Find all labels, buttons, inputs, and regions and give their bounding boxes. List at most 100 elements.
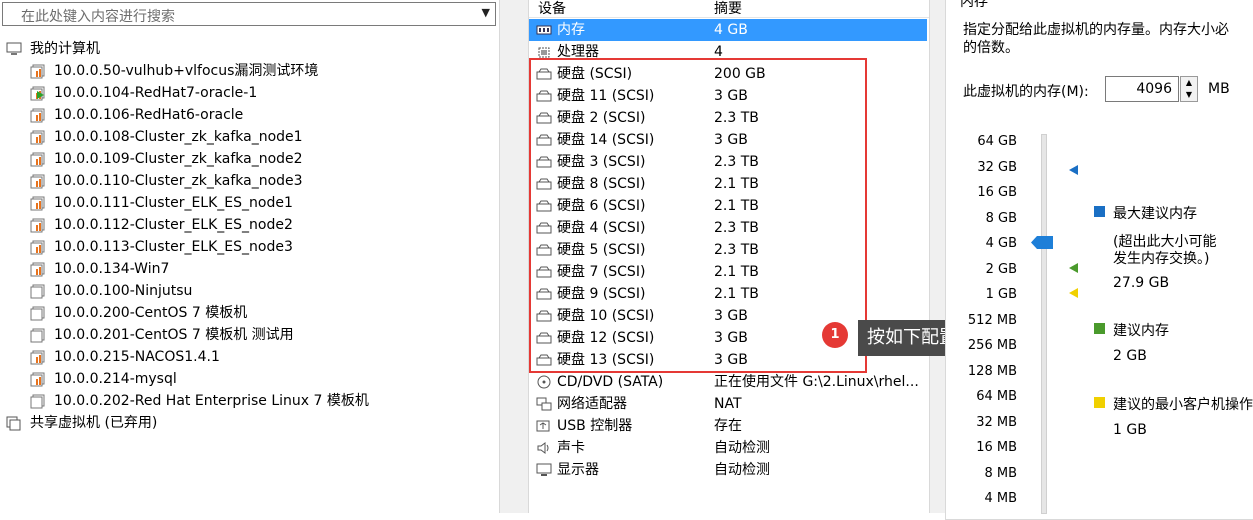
vm-item-label: 10.0.0.113-Cluster_ELK_ES_node3	[54, 239, 293, 255]
device-summary: 自动检测	[714, 440, 770, 456]
vm-item-label: 10.0.0.108-Cluster_zk_kafka_node1	[54, 129, 303, 145]
tree-root-label: 我的计算机	[30, 41, 100, 57]
vm-item-label: 10.0.0.201-CentOS 7 模板机 测试用	[54, 327, 294, 343]
highlight-box	[529, 58, 867, 373]
memory-group-title: 内存	[958, 0, 990, 11]
vm-icon	[30, 306, 45, 321]
library-search-input[interactable]: 在此处键入内容进行搜索 ▼	[2, 2, 496, 26]
device-list-header: 设备 摘要	[529, 0, 929, 18]
vm-icon	[30, 152, 45, 167]
device-row[interactable]: 声卡 自动检测	[529, 437, 927, 459]
recommended-memory-value: 2 GB	[1113, 348, 1147, 364]
vm-running-icon	[30, 86, 45, 101]
slider-tick-label: 256 MB	[967, 338, 1017, 353]
max-memory-marker-icon	[1069, 165, 1078, 175]
vm-icon	[30, 284, 45, 299]
slider-tick-label: 8 MB	[984, 465, 1017, 481]
vm-icon	[30, 108, 45, 123]
slider-tick-label: 32 GB	[977, 159, 1017, 175]
memory-unit: MB	[1208, 81, 1230, 97]
slider-tick-label: 32 MB	[976, 414, 1017, 430]
min-legend-icon	[1094, 397, 1105, 408]
col-header-summary[interactable]: 摘要	[714, 0, 742, 18]
slider-tick-label: 16 MB	[976, 440, 1017, 455]
device-row[interactable]: 显示器 自动检测	[529, 459, 927, 481]
device-row[interactable]: USB 控制器 存在	[529, 415, 927, 437]
device-row[interactable]: 内存 4 GB	[529, 19, 927, 41]
memory-spinner[interactable]: ▲ ▼	[1180, 76, 1198, 102]
max-legend-icon	[1094, 206, 1105, 217]
device-row[interactable]: 网络适配器 NAT	[529, 393, 927, 415]
usb-controller-icon	[536, 420, 550, 432]
vm-item-label: 10.0.0.110-Cluster_zk_kafka_node3	[54, 173, 303, 189]
device-summary: 自动检测	[714, 462, 770, 478]
dropdown-arrow-icon[interactable]: ▼	[482, 6, 490, 19]
memory-slider-thumb[interactable]	[1031, 236, 1053, 249]
recommended-memory-marker-icon	[1069, 263, 1078, 273]
memory-field-label: 此虚拟机的内存(M):	[963, 84, 1089, 100]
shared-vm-icon	[6, 416, 21, 431]
device-name: CD/DVD (SATA)	[557, 374, 664, 390]
slider-tick-label: 16 GB	[977, 185, 1017, 200]
processor-icon	[538, 47, 550, 58]
vm-icon	[30, 394, 45, 409]
device-name: 显示器	[557, 462, 599, 478]
tree-shared-label: 共享虚拟机 (已弃用)	[30, 415, 158, 431]
vm-icon	[30, 262, 45, 277]
max-memory-label: 最大建议内存	[1113, 206, 1197, 222]
network-adapter-icon	[536, 397, 552, 411]
device-summary: NAT	[714, 396, 742, 412]
vm-item-label: 10.0.0.100-Ninjutsu	[54, 283, 193, 299]
search-placeholder: 在此处键入内容进行搜索	[21, 9, 175, 25]
device-name: 内存	[557, 22, 585, 38]
vm-item-label: 10.0.0.214-mysql	[54, 371, 177, 387]
memory-description-line1: 指定分配给此虚拟机的内存量。内存大小必	[963, 22, 1229, 38]
computer-icon	[6, 42, 22, 55]
spin-down-icon[interactable]: ▼	[1181, 89, 1197, 101]
memory-size-input[interactable]: 4096	[1105, 76, 1179, 102]
vm-icon	[30, 196, 45, 211]
device-row[interactable]: CD/DVD (SATA) 正在使用文件 G:\2.Linux\rhel...	[529, 371, 927, 393]
vm-item-label: 10.0.0.111-Cluster_ELK_ES_node1	[54, 195, 293, 211]
vm-item-label: 10.0.0.106-RedHat6-oracle	[54, 107, 244, 123]
vm-item-label: 10.0.0.215-NACOS1.4.1	[54, 349, 220, 365]
slider-tick-label: 1 GB	[985, 287, 1017, 302]
vm-item-label: 10.0.0.112-Cluster_ELK_ES_node2	[54, 217, 293, 233]
slider-tick-label: 8 GB	[985, 210, 1017, 226]
min-memory-marker-icon	[1069, 288, 1078, 298]
recommended-memory-label: 建议内存	[1113, 323, 1169, 339]
spin-up-icon[interactable]: ▲	[1181, 77, 1197, 89]
library-panel: 在此处键入内容进行搜索 ▼ 我的计算机 10.0.0.50-vulhub+vlf…	[0, 0, 502, 513]
col-header-device[interactable]: 设备	[538, 0, 566, 18]
max-memory-value: 27.9 GB	[1113, 275, 1170, 291]
memory-slider-track[interactable]	[1041, 134, 1047, 514]
memory-description-line2: 的倍数。	[963, 40, 1019, 56]
device-panel-splitter[interactable]	[929, 0, 945, 513]
vm-icon	[30, 218, 45, 233]
slider-tick-label: 4 GB	[985, 236, 1017, 251]
device-summary: 正在使用文件 G:\2.Linux\rhel...	[714, 374, 919, 390]
device-name: 声卡	[557, 440, 585, 456]
slider-tick-label: 4 MB	[984, 491, 1017, 506]
memory-icon	[536, 25, 552, 35]
vm-item-label: 10.0.0.202-Red Hat Enterprise Linux 7 模板…	[54, 393, 369, 409]
device-summary: 存在	[714, 418, 742, 434]
vm-icon	[30, 64, 45, 79]
device-name: USB 控制器	[557, 418, 633, 434]
panel-splitter[interactable]	[499, 0, 529, 513]
cd-dvd-icon	[537, 375, 551, 389]
vm-item-label: 10.0.0.109-Cluster_zk_kafka_node2	[54, 151, 303, 167]
vm-icon	[30, 328, 45, 343]
recommended-legend-icon	[1094, 323, 1105, 334]
vm-item-label: 10.0.0.50-vulhub+vlfocus漏洞测试环境	[54, 63, 319, 79]
vm-item-label: 10.0.0.134-Win7	[54, 261, 170, 277]
slider-tick-label: 128 MB	[967, 363, 1017, 379]
slider-tick-label: 64 MB	[976, 389, 1017, 404]
vm-item-label: 10.0.0.200-CentOS 7 模板机	[54, 305, 248, 321]
vm-icon	[30, 240, 45, 255]
min-memory-label: 建议的最小客户机操作	[1113, 397, 1253, 413]
vm-icon	[30, 372, 45, 387]
vm-icon	[30, 130, 45, 145]
callout-number-badge: 1	[822, 322, 848, 348]
slider-tick-label: 2 GB	[985, 261, 1017, 277]
